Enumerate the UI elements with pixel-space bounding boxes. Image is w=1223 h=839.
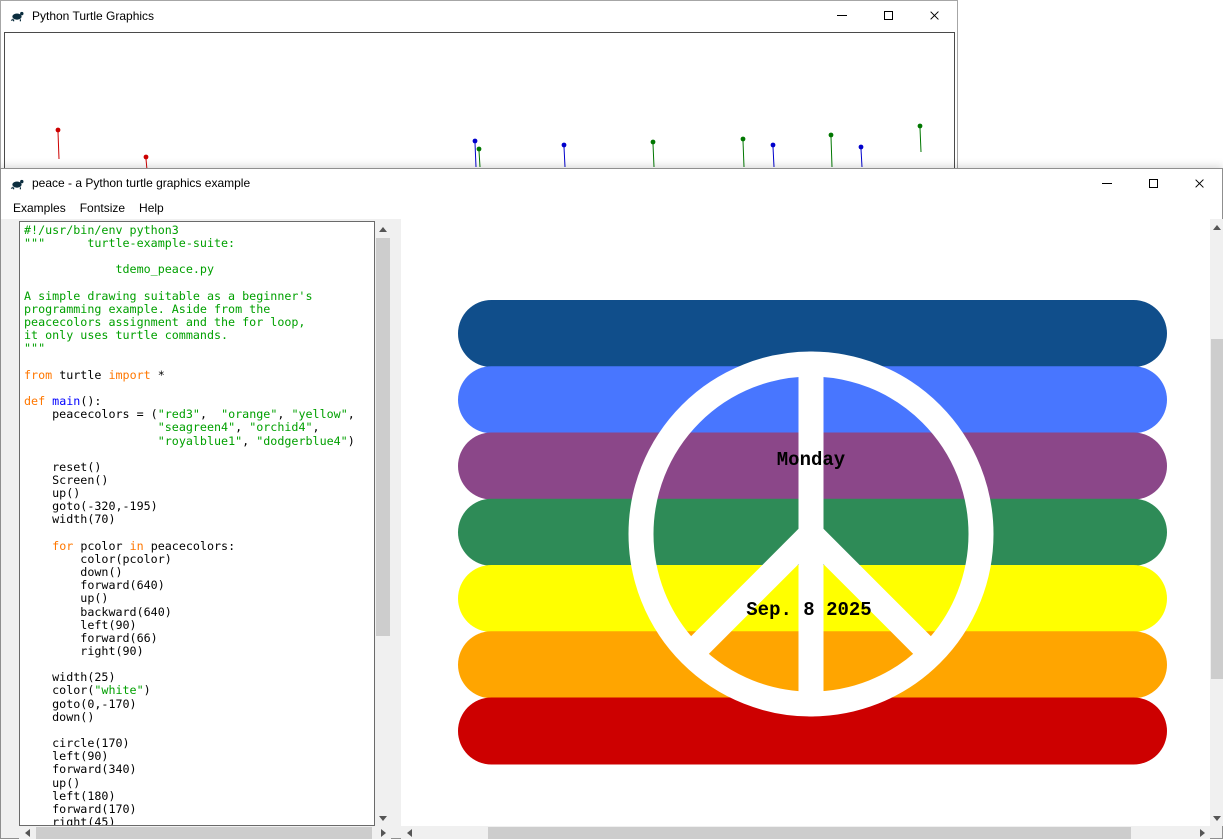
turtle-app-icon <box>10 8 25 23</box>
minimize-button[interactable] <box>1084 169 1130 197</box>
maximize-icon <box>884 11 893 20</box>
scroll-left-button[interactable] <box>401 826 417 839</box>
scroll-down-button[interactable] <box>1210 810 1223 826</box>
turtle-drawing-pins <box>5 33 954 173</box>
arrow-left-icon <box>407 829 412 837</box>
scroll-right-button[interactable] <box>1194 826 1210 839</box>
minimize-button[interactable] <box>819 1 865 30</box>
maximize-icon <box>1149 179 1158 188</box>
arrow-left-icon <box>25 829 30 837</box>
back-window-titlebar[interactable]: Python Turtle Graphics <box>1 1 957 30</box>
minimize-icon <box>837 15 847 16</box>
arrow-right-icon <box>1200 829 1205 837</box>
weekday-label: Monday <box>777 449 846 471</box>
scroll-thumb[interactable] <box>376 238 390 636</box>
front-window-title: peace - a Python turtle graphics example <box>32 176 250 190</box>
menu-fontsize[interactable]: Fontsize <box>73 199 132 217</box>
minimize-icon <box>1102 183 1112 184</box>
front-window-titlebar[interactable]: peace - a Python turtle graphics example <box>1 169 1222 197</box>
scroll-thumb[interactable] <box>36 827 372 839</box>
scroll-right-button[interactable] <box>375 826 391 839</box>
peace-drawing: Monday Sep. 8 2025 <box>401 219 1210 826</box>
scroll-thumb[interactable] <box>488 827 1131 839</box>
canvas-horizontal-scrollbar[interactable] <box>401 826 1210 839</box>
arrow-down-icon <box>379 816 387 821</box>
front-window: peace - a Python turtle graphics example… <box>0 168 1223 839</box>
maximize-button[interactable] <box>865 1 911 30</box>
scroll-up-button[interactable] <box>375 221 391 237</box>
close-icon <box>1194 178 1205 189</box>
scroll-left-button[interactable] <box>19 826 35 839</box>
menu-help[interactable]: Help <box>132 199 171 217</box>
date-label: Sep. 8 2025 <box>746 599 871 621</box>
scroll-thumb[interactable] <box>1211 339 1223 679</box>
arrow-up-icon <box>1213 225 1221 230</box>
code-horizontal-scrollbar[interactable] <box>19 826 391 839</box>
back-window-controls <box>819 1 957 30</box>
code-viewer[interactable]: #!/usr/bin/env python3""" turtle-example… <box>19 221 375 826</box>
close-button[interactable] <box>1176 169 1222 197</box>
turtle-app-icon <box>10 176 25 191</box>
peace-canvas: Monday Sep. 8 2025 <box>401 219 1210 826</box>
arrow-right-icon <box>381 829 386 837</box>
scroll-down-button[interactable] <box>375 810 391 826</box>
canvas-vertical-scrollbar[interactable] <box>1210 219 1223 826</box>
arrow-down-icon <box>1213 816 1221 821</box>
front-window-controls <box>1084 169 1222 197</box>
source-code: #!/usr/bin/env python3""" turtle-example… <box>24 224 374 826</box>
menubar: Examples Fontsize Help <box>1 197 1222 219</box>
code-vertical-scrollbar[interactable] <box>375 221 391 826</box>
scroll-up-button[interactable] <box>1210 219 1223 235</box>
close-icon <box>929 10 940 21</box>
menu-examples[interactable]: Examples <box>6 199 73 217</box>
arrow-up-icon <box>379 227 387 232</box>
close-button[interactable] <box>911 1 957 30</box>
back-window-title: Python Turtle Graphics <box>32 9 154 23</box>
maximize-button[interactable] <box>1130 169 1176 197</box>
